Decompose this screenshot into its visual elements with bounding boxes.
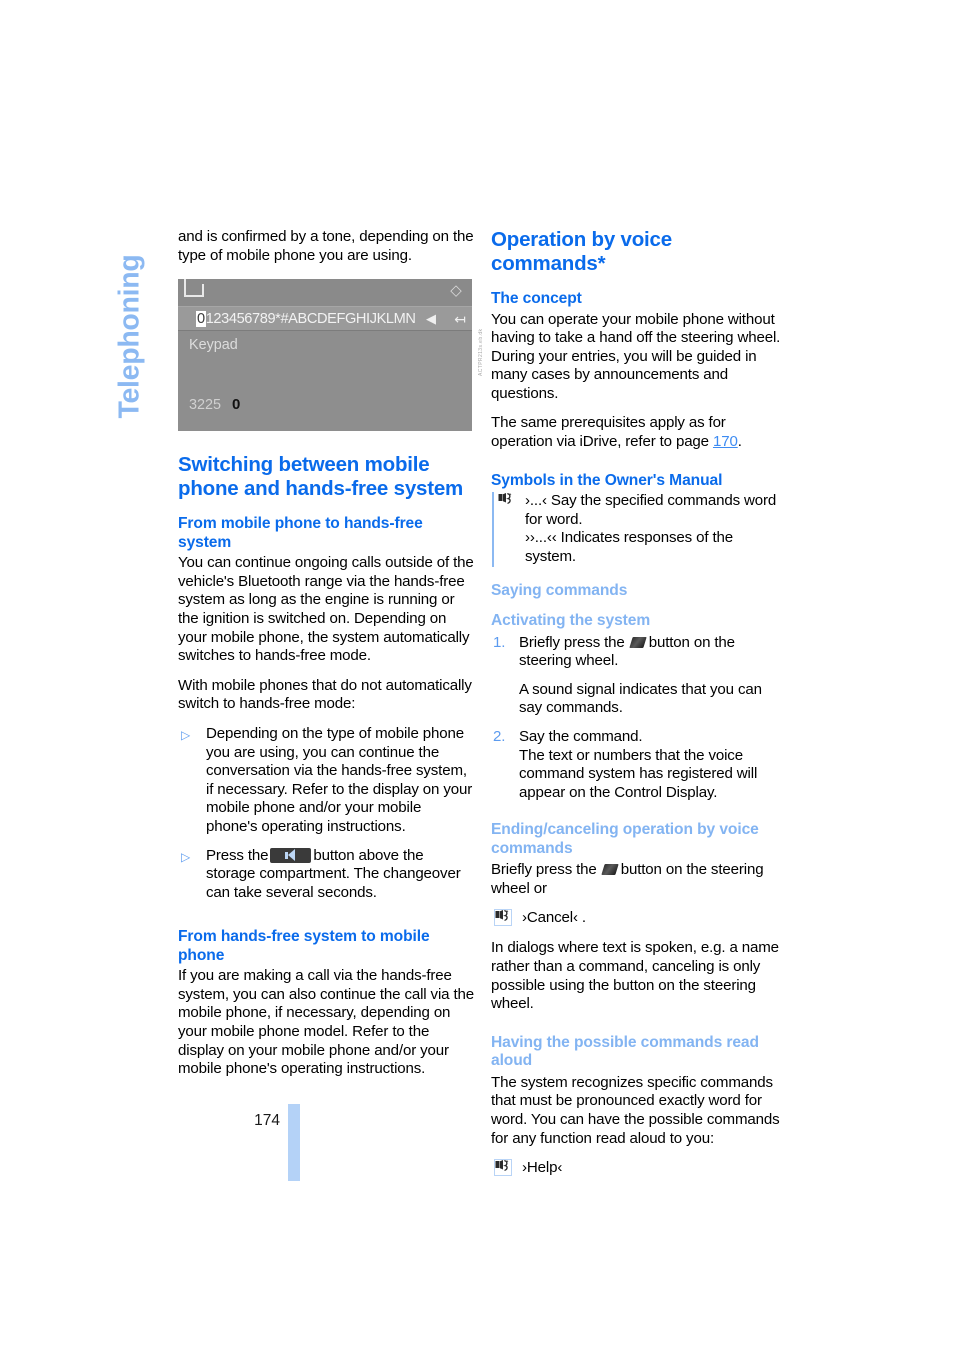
step-text: Say the command. The text or numbers tha… xyxy=(519,727,758,801)
paragraph-mobile-to-handsfree-2: With mobile phones that do not automatic… xyxy=(178,676,472,713)
paragraph-concept-1: You can operate your mobile phone withou… xyxy=(491,310,781,402)
figure-character-list: 123456789*#ABCDEFGHIJKLMN xyxy=(205,311,416,328)
voice-command-icon xyxy=(498,493,514,508)
step-number: 1. xyxy=(493,633,506,651)
list-item: ▷ Depending on the type of mobile phone … xyxy=(178,725,474,837)
list-item-text-before: Press the xyxy=(206,846,269,864)
figure-selected-char: 0 xyxy=(196,311,206,328)
paragraph-concept-2-before: The same prerequisites apply as for oper… xyxy=(491,414,726,451)
voice-command-icon xyxy=(494,909,512,927)
paragraph-ending-before: Briefly press the xyxy=(491,861,597,879)
subheading-mobile-to-handsfree: From mobile phone to hands-free system xyxy=(178,515,423,551)
page-number: 174 xyxy=(254,1112,280,1129)
back-arrow-icon xyxy=(184,279,204,298)
figure-caption: ACTPR213s.eb.dk xyxy=(478,328,484,376)
symbols-legend-block: ›...‹ Say the specified commands word fo… xyxy=(492,492,787,567)
figure-keypad-label: Keypad xyxy=(189,337,238,354)
symbol-legend-line-2: ››...‹‹ Indicates responses of the syste… xyxy=(525,529,733,565)
paragraph-mobile-to-handsfree-1: You can continue ongoing calls outside o… xyxy=(178,554,474,665)
subheading-symbols: Symbols in the Owner's Manual xyxy=(491,471,723,489)
triangle-bullet-icon: ▷ xyxy=(181,727,191,742)
speaker-button-icon xyxy=(270,847,312,863)
left-section-heading: Switching between mobile phone and hands… xyxy=(178,453,464,501)
activating-note: A sound signal indicates that you can sa… xyxy=(519,680,762,717)
handsfree-bullet-list: ▷ Depending on the type of mobile phone … xyxy=(178,725,474,902)
manual-page: Telephoning and is confirmed by a tone, … xyxy=(0,0,954,1351)
voice-command-help: ›Help‹ xyxy=(491,1159,787,1178)
subheading-handsfree-to-mobile: From hands-free system to mobile phone xyxy=(178,928,430,964)
figure-return-icon: ↤ xyxy=(454,311,466,328)
page-footer: 174 xyxy=(178,1104,368,1184)
intro-paragraph: and is confirmed by a tone, depending on… xyxy=(178,228,474,264)
page-marker-bar xyxy=(288,1104,300,1181)
figure-character-bar: 0123456789*#ABCDEFGHIJKLMN ◀ ↤ xyxy=(178,306,472,332)
figure-entered-digit: 0 xyxy=(232,396,241,414)
page-reference-link[interactable]: 170 xyxy=(713,433,738,450)
figure-topbar: ◇ xyxy=(178,279,472,307)
list-item-text: Depending on the type of mobile phone yo… xyxy=(206,724,473,835)
figure-left-arrow-icon: ◀ xyxy=(426,311,436,327)
step-text-before: Briefly press the xyxy=(519,633,625,651)
paragraph-handsfree-to-mobile-1: If you are making a call via the hands-f… xyxy=(178,967,474,1078)
list-item: 2. Say the command. The text or numbers t… xyxy=(491,728,787,802)
list-item: ▷ Press the button above the storage comp… xyxy=(178,847,474,903)
figure-extension: 3225 xyxy=(189,397,222,414)
paragraph-concept-2: The same prerequisites apply as for oper… xyxy=(491,414,787,451)
voice-command-cancel: ›Cancel‹ . xyxy=(491,909,787,928)
subheading-saying-commands: Saying commands xyxy=(491,581,628,599)
symbol-legend-line-1: ›...‹ Say the specified commands word fo… xyxy=(525,492,777,528)
paragraph-read-aloud-1: The system recognizes specific commands … xyxy=(491,1073,780,1147)
voice-command-cancel-text: ›Cancel‹ . xyxy=(522,909,586,927)
paragraph-ending-1: Briefly press the button on the steering… xyxy=(491,861,787,898)
control-display-figure: ◇ 0123456789*#ABCDEFGHIJKLMN ◀ ↤ Keypad … xyxy=(178,279,472,432)
list-item: 1. Briefly press the button on the steeri… xyxy=(491,634,787,671)
expand-icon: ◇ xyxy=(450,282,462,300)
steering-wheel-button-icon xyxy=(603,863,619,876)
right-section-heading: Operation by voice commands* xyxy=(491,228,672,275)
figure-character-strip: 0123456789*#ABCDEFGHIJKLMN xyxy=(196,309,416,330)
chapter-tab-label: Telephoning xyxy=(113,254,146,419)
right-column: Operation by voice commands* The concept… xyxy=(491,228,787,1189)
subheading-the-concept: The concept xyxy=(491,290,582,307)
subheading-activating-the-system: Activating the system xyxy=(491,612,651,630)
figure-number-row: 3225 0 xyxy=(189,396,240,413)
triangle-bullet-icon: ▷ xyxy=(181,849,191,864)
paragraph-concept-2-after: . xyxy=(737,433,742,451)
step-number: 2. xyxy=(493,727,506,745)
paragraph-ending-2: In dialogs where text is spoken, e.g. a … xyxy=(491,939,779,1013)
voice-command-icon xyxy=(494,1159,512,1177)
left-column: and is confirmed by a tone, depending on… xyxy=(178,228,484,1090)
voice-command-help-text: ›Help‹ xyxy=(522,1159,563,1177)
subheading-ending-canceling: Ending/canceling operation by voice comm… xyxy=(491,821,759,857)
steering-wheel-button-icon xyxy=(631,636,647,649)
subheading-read-aloud: Having the possible commands read aloud xyxy=(491,1033,759,1070)
chapter-tab: Telephoning xyxy=(100,222,160,432)
